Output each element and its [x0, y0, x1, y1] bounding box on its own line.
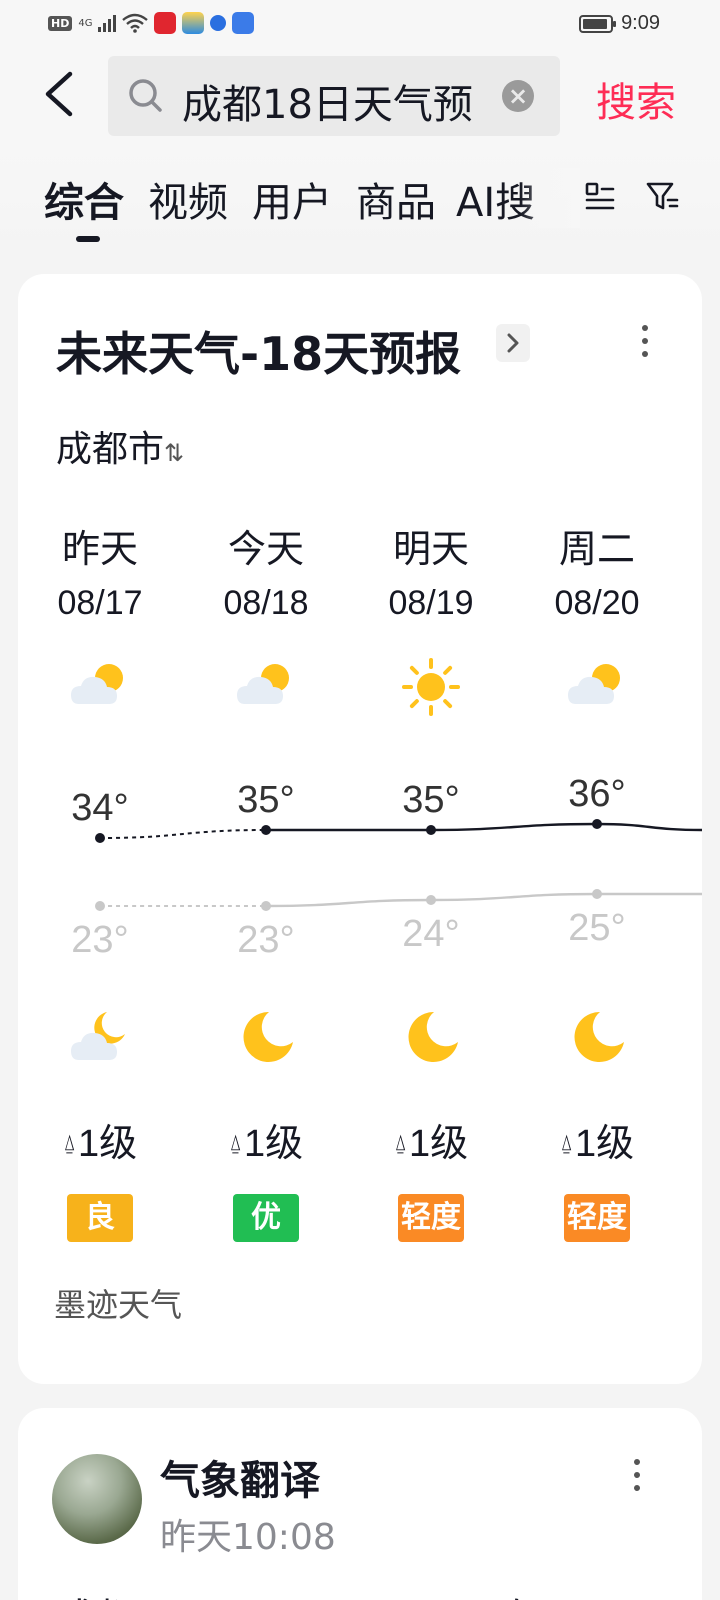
network-type: 4G: [78, 17, 93, 29]
filter-icon[interactable]: [644, 178, 680, 214]
day-date: 08/18: [223, 584, 309, 622]
tabs-fade: [520, 168, 580, 228]
search-button[interactable]: 搜索: [596, 70, 676, 128]
moon-icon: [243, 1011, 293, 1062]
wind-direction-icon: ⍙: [228, 1130, 243, 1155]
day-name[interactable]: 今天: [183, 518, 349, 573]
low-temp-line: [430, 892, 598, 902]
tab-comprehensive[interactable]: 综合: [44, 170, 124, 228]
low-temp-line: [265, 898, 432, 908]
browser-notification-icon: [210, 15, 227, 31]
post-card[interactable]: 气象翻译 昨天10:08 成都 8月19日，2 38°！昨天: [18, 1408, 702, 1600]
search-tabs: 综合 视频 用户 商品 AI搜: [0, 148, 720, 254]
security-app-icon: [232, 12, 255, 34]
avatar[interactable]: [52, 1454, 142, 1544]
wind-level: ⍙1级: [514, 1112, 680, 1167]
sunny-icon: [402, 658, 460, 716]
status-time: 9:09: [621, 12, 660, 34]
search-header: 成都18日天气预 × 搜索: [0, 48, 720, 148]
wind-level-text: 1级: [244, 1123, 304, 1165]
wind-level-text: 1级: [575, 1123, 635, 1165]
high-temp-line: [430, 822, 598, 832]
high-temp-point: [95, 833, 105, 843]
wind-level-text: 1级: [409, 1123, 469, 1165]
battery-icon: [579, 14, 617, 33]
partly-cloudy-icon: [237, 664, 289, 704]
partly-cloudy-icon: [71, 664, 123, 704]
layout-toggle-icon[interactable]: [582, 178, 618, 214]
moon-icon: [408, 1011, 458, 1062]
day-date: 08/20: [554, 584, 640, 622]
high-temp-line: [99, 829, 267, 839]
high-temp-point: [592, 819, 602, 829]
tab-users[interactable]: 用户: [252, 170, 332, 228]
signal-icon: [98, 14, 117, 32]
low-temp-point: [426, 895, 436, 905]
low-temp-point: [95, 901, 105, 911]
high-temp-label: 34°: [71, 787, 128, 829]
back-arrow-icon[interactable]: [38, 68, 82, 120]
post-more-icon[interactable]: [632, 1458, 642, 1492]
search-query-text[interactable]: 成都18日天气预: [182, 72, 492, 130]
day-name[interactable]: 周二: [514, 518, 680, 573]
low-temp-label: 24°: [402, 913, 459, 955]
low-temp-label: 25°: [568, 907, 625, 949]
moon-icon: [574, 1011, 624, 1062]
search-icon: [129, 79, 162, 112]
weather-app-icon: [182, 12, 205, 34]
high-temp-label: 35°: [237, 779, 294, 821]
wind-level: ⍙1级: [17, 1112, 183, 1167]
wind-level: ⍙1级: [348, 1112, 514, 1167]
active-tab-indicator: [76, 236, 100, 242]
post-body-text[interactable]: 成都 8月19日，2 38°！昨天: [56, 1586, 574, 1600]
day-date: 08/19: [388, 584, 474, 622]
low-temp-label: 23°: [237, 919, 294, 961]
wind-level: ⍙1级: [183, 1112, 349, 1167]
high-temp-label: 36°: [568, 773, 625, 815]
tab-video[interactable]: 视频: [148, 170, 228, 228]
app-notification-icon: [154, 12, 177, 34]
partly-cloudy-icon: [568, 664, 620, 704]
high-temp-point: [426, 825, 436, 835]
aqi-badge: 良: [67, 1194, 133, 1242]
cloudy-moon-icon: [71, 1012, 125, 1060]
aqi-badge: 轻度: [398, 1194, 464, 1242]
day-date: 08/17: [57, 584, 143, 622]
clear-search-icon[interactable]: ×: [502, 80, 534, 112]
low-temp-point: [592, 889, 602, 899]
high-temp-point: [261, 825, 271, 835]
status-right: 9:09: [579, 12, 660, 35]
status-bar: HD 4G 9:09: [0, 0, 720, 48]
high-temp-label: 35°: [402, 779, 459, 821]
wifi-icon: [122, 13, 149, 33]
status-left: HD 4G: [48, 12, 255, 34]
data-source-label: 墨迹天气: [54, 1286, 183, 1324]
low-temp-label: 23°: [71, 919, 128, 961]
wind-direction-icon: ⍙: [62, 1130, 77, 1155]
day-name[interactable]: 昨天: [17, 518, 183, 573]
post-author[interactable]: 气象翻译: [160, 1448, 320, 1506]
search-input[interactable]: 成都18日天气预 ×: [108, 56, 560, 136]
hd-badge: HD: [48, 15, 73, 31]
low-temp-point: [261, 901, 271, 911]
day-name[interactable]: 明天: [348, 518, 514, 573]
aqi-badge: 优: [233, 1194, 299, 1242]
wind-direction-icon: ⍙: [559, 1130, 574, 1155]
wind-level-text: 1级: [78, 1123, 138, 1165]
high-temp-line: [596, 822, 702, 832]
wind-direction-icon: ⍙: [393, 1130, 408, 1155]
weather-forecast-card: 未来天气-18天预报 成都市⇅ 34° 35° 35° 36° 23° 23° 24° 25…: [18, 274, 702, 1384]
post-time: 昨天10:08: [160, 1517, 336, 1558]
aqi-badge: 轻度: [564, 1194, 630, 1242]
tab-products[interactable]: 商品: [356, 170, 436, 228]
